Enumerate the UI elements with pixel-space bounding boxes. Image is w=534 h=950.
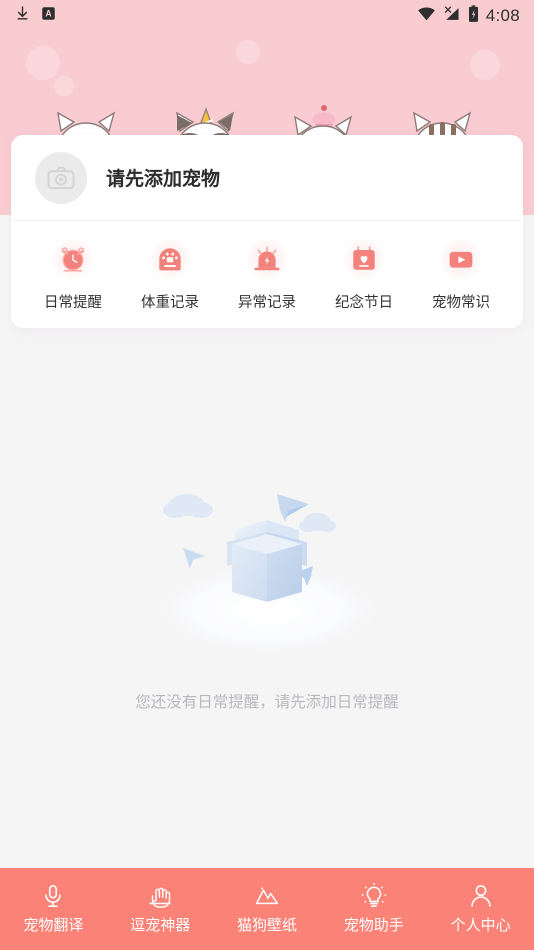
status-bar: A 4:08 [0, 0, 534, 32]
tool-label: 宠物常识 [432, 295, 490, 311]
tool-daily-reminder[interactable]: 日常提醒 [29, 237, 117, 312]
wifi-icon [417, 6, 436, 27]
svg-text:A: A [45, 9, 52, 19]
nav-label: 逗宠神器 [130, 917, 191, 934]
nav-item-pet-translate[interactable]: 宠物翻译 [0, 883, 107, 935]
person-icon [470, 885, 491, 907]
tool-label: 异常记录 [238, 295, 296, 311]
nav-item-pet-assistant[interactable]: 宠物助手 [320, 883, 427, 935]
nav-item-profile[interactable]: 个人中心 [427, 883, 534, 935]
tool-anniversary[interactable]: 纪念节日 [320, 237, 408, 312]
camera-icon [47, 166, 75, 189]
add-pet-row[interactable]: 请先添加宠物 [11, 135, 523, 221]
nav-label: 猫狗壁纸 [236, 917, 297, 934]
nav-label: 宠物翻译 [23, 917, 84, 934]
tool-label: 纪念节日 [335, 295, 393, 311]
signal-off-icon [443, 5, 461, 27]
download-icon [14, 5, 31, 27]
status-bar-left-icons: A [14, 5, 56, 27]
nav-item-pet-teaser[interactable]: 逗宠神器 [107, 883, 214, 935]
page-title: 请先添加宠物 [106, 169, 221, 190]
nav-label: 个人中心 [450, 917, 511, 934]
empty-box-icon [117, 470, 417, 680]
hand-teasing-icon [149, 887, 171, 908]
tool-label: 体重记录 [141, 295, 199, 311]
mountain-wallpaper-icon [255, 887, 279, 905]
alarm-clock-icon [51, 237, 95, 281]
avatar[interactable] [35, 151, 87, 204]
video-play-icon [439, 237, 483, 281]
nav-item-wallpaper[interactable]: 猫狗壁纸 [214, 883, 321, 935]
lightbulb-icon [361, 883, 387, 907]
microphone-icon [45, 885, 62, 907]
bottom-navigation: 宠物翻译 逗宠神器 猫狗壁纸 宠物助手 个人中心 [0, 868, 534, 950]
status-bar-right-icons: 4:08 [417, 4, 520, 28]
tool-abnormal-record[interactable]: 异常记录 [223, 237, 311, 312]
siren-icon [245, 237, 289, 281]
app-badge-a-icon: A [41, 6, 56, 26]
calendar-heart-icon [342, 237, 386, 281]
tool-label: 日常提醒 [44, 295, 102, 311]
scale-icon [148, 237, 192, 281]
app-screen: A 4:08 请先添加宠物 日常提醒 体重记录 异常记录 纪念节日 宠物常识 您… [0, 0, 534, 950]
tool-pet-knowledge[interactable]: 宠物常识 [417, 237, 505, 312]
empty-state: 您还没有日常提醒，请先添加日常提醒 [0, 470, 534, 712]
nav-label: 宠物助手 [343, 917, 404, 934]
tool-grid: 日常提醒 体重记录 异常记录 纪念节日 宠物常识 [11, 221, 523, 312]
status-bar-clock: 4:08 [485, 6, 520, 25]
tool-weight-record[interactable]: 体重记录 [126, 237, 214, 312]
empty-state-message: 您还没有日常提醒，请先添加日常提醒 [135, 694, 399, 711]
battery-charging-icon [468, 4, 479, 28]
pet-card: 请先添加宠物 日常提醒 体重记录 异常记录 纪念节日 宠物常识 [11, 135, 523, 328]
